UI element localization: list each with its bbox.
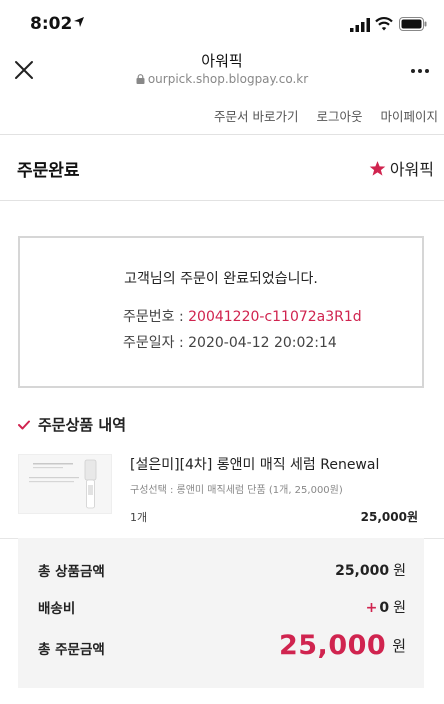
subtotal-label: 총 상품금액	[38, 564, 105, 580]
total-unit: 원	[392, 637, 406, 655]
total-value: 25,000 원	[279, 630, 406, 661]
ordered-items-title: 주문상품 내역	[38, 416, 127, 434]
product-image[interactable]	[18, 454, 112, 514]
shipping-value: +0 원	[366, 597, 406, 617]
more-options-icon[interactable]	[410, 68, 430, 74]
shipping-unit: 원	[393, 600, 406, 616]
order-number-label: 주문번호 :	[123, 309, 189, 325]
browser-url-text: ourpick.shop.blogpay.co.kr	[147, 72, 309, 86]
ordered-items-heading: 주문상품 내역	[18, 414, 126, 435]
product-row: [설은미][4차] 롱앤미 매직 세럼 Renewal 구성선택 : 롱앤미 매…	[0, 440, 444, 539]
order-date-value: 2020-04-12 20:02:14	[188, 335, 337, 351]
shipping-amount: 0	[379, 600, 390, 616]
product-price: 25,000원	[360, 510, 418, 524]
check-icon	[18, 420, 30, 430]
browser-url: ourpick.shop.blogpay.co.kr	[0, 72, 444, 86]
page-header: 주문완료 아워픽	[0, 134, 444, 201]
browser-toolbar: 아워픽 ourpick.shop.blogpay.co.kr	[0, 44, 444, 97]
top-links-bar: 주문서 바로가기 로그아웃 마이페이지	[0, 96, 444, 135]
product-name[interactable]: [설은미][4차] 롱앤미 매직 세럼 Renewal	[130, 454, 379, 474]
browser-page-title: 아워픽	[201, 52, 243, 70]
product-option: 구성선택 : 롱앤미 매직세럼 단품 (1개, 25,000원)	[130, 485, 343, 496]
brand-name: 아워픽	[389, 160, 434, 179]
lock-icon	[136, 74, 145, 84]
product-quantity: 1개	[130, 511, 148, 524]
total-amount: 25,000	[278, 630, 387, 661]
order-complete-box: 고객님의 주문이 완료되었습니다. 주문번호 : 20041220-c11072…	[18, 236, 424, 388]
battery-icon	[399, 17, 427, 31]
order-date-label: 주문일자 :	[123, 335, 189, 351]
top-links: 주문서 바로가기 로그아웃 마이페이지	[200, 106, 438, 125]
cell-signal-icon	[350, 18, 370, 32]
wifi-icon	[375, 17, 393, 31]
link-logout[interactable]: 로그아웃	[316, 109, 362, 124]
order-complete-message: 고객님의 주문이 완료되었습니다.	[124, 271, 318, 287]
location-arrow-icon	[74, 17, 84, 27]
order-summary: 총 상품금액 25,000 원 배송비 +0 원 총 주문금액 25,000 원	[18, 538, 424, 688]
order-number: 주문번호 : 20041220-c11072a3R1d	[123, 306, 362, 326]
status-time: 8:02	[30, 14, 73, 34]
status-bar: 8:02	[0, 0, 444, 44]
star-icon	[369, 161, 386, 176]
page-title: 주문완료	[17, 161, 80, 181]
shipping-label: 배송비	[38, 601, 76, 617]
subtotal-unit: 원	[393, 563, 406, 579]
link-mypage[interactable]: 마이페이지	[380, 109, 438, 124]
order-number-value: 20041220-c11072a3R1d	[188, 309, 362, 325]
order-date: 주문일자 : 2020-04-12 20:02:14	[123, 332, 337, 352]
subtotal-value: 25,000 원	[335, 560, 406, 580]
brand-logo[interactable]: 아워픽	[369, 156, 434, 180]
total-label: 총 주문금액	[38, 642, 105, 658]
subtotal-amount: 25,000	[335, 563, 390, 579]
plus-icon: +	[365, 600, 378, 616]
link-order-shortcut[interactable]: 주문서 바로가기	[214, 109, 298, 124]
